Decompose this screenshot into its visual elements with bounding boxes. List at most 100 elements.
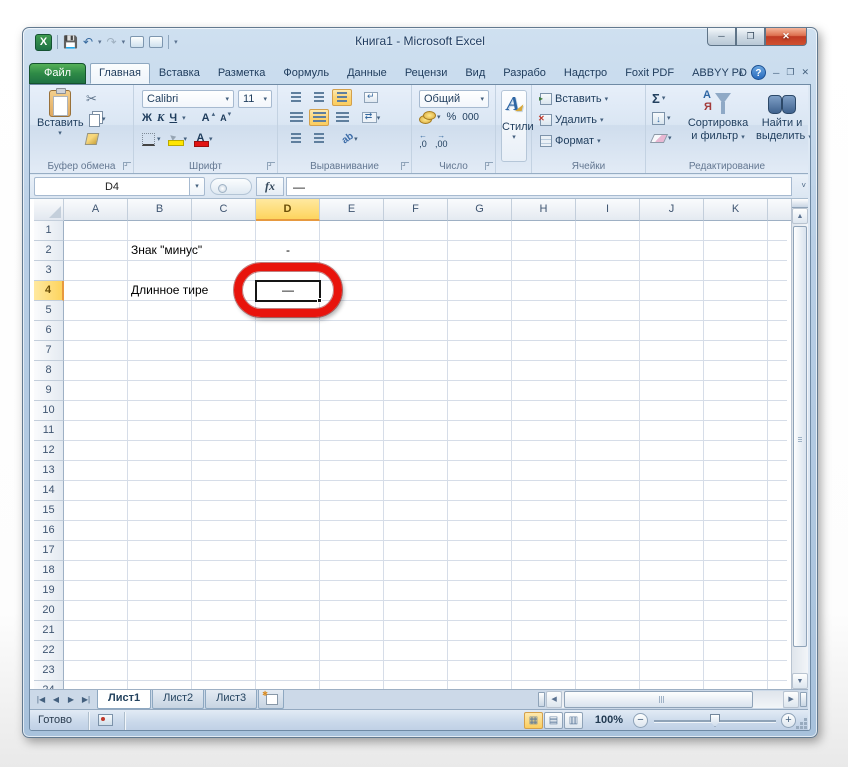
column-header-B[interactable]: B <box>128 199 192 221</box>
row-header-6[interactable]: 6 <box>34 321 64 341</box>
insert-worksheet-button[interactable] <box>258 690 285 709</box>
find-select-button[interactable]: Найти ивыделить ▾ <box>756 89 810 144</box>
next-sheet-icon[interactable]: ▶ <box>64 695 78 704</box>
italic-button[interactable]: К <box>157 112 164 124</box>
vertical-scrollbar[interactable]: ▲ ▼ <box>791 199 808 689</box>
dialog-launcher-icon[interactable] <box>123 158 131 170</box>
scroll-right-icon[interactable]: ▶ <box>783 691 800 708</box>
row-header-9[interactable]: 9 <box>34 381 64 401</box>
grow-font-button[interactable]: А <box>202 112 210 124</box>
scroll-down-icon[interactable]: ▼ <box>792 673 808 689</box>
number-format-dropdown-icon[interactable]: ▾ <box>480 95 484 103</box>
name-box[interactable]: D4 <box>34 177 189 196</box>
row-header-23[interactable]: 23 <box>34 661 64 681</box>
align-top-button[interactable] <box>286 89 306 106</box>
expand-formula-bar-icon[interactable]: ˅ <box>801 181 806 190</box>
comma-style-button[interactable]: 000 <box>462 112 479 123</box>
workbook-minimize-icon[interactable]: ─ <box>773 68 779 78</box>
format-cells-button[interactable]: Формат ▾ <box>540 132 601 149</box>
fill-color-button[interactable]: ▾ <box>167 133 187 146</box>
horizontal-scroll-track[interactable] <box>562 691 784 708</box>
row-header-1[interactable]: 1 <box>34 221 64 241</box>
sort-filter-button[interactable]: А Я Сортировка и фильтр ▾ <box>682 89 754 144</box>
column-header-E[interactable]: E <box>320 199 384 221</box>
row-header-13[interactable]: 13 <box>34 461 64 481</box>
grid-cells[interactable]: Знак "минус" - Длинное тире — <box>64 221 787 689</box>
insert-cells-button[interactable]: Вставить▾ <box>539 90 608 107</box>
formula-input[interactable]: — <box>286 177 792 196</box>
column-header-I[interactable]: I <box>576 199 640 221</box>
column-header-partial[interactable] <box>768 199 791 221</box>
resize-grip[interactable] <box>795 717 807 729</box>
cell-B4[interactable]: Длинное тире <box>128 281 211 301</box>
copy-dropdown-icon[interactable]: ▾ <box>102 115 106 123</box>
zoom-out-button[interactable]: − <box>633 713 648 728</box>
name-box-dropdown-icon[interactable]: ▾ <box>189 177 205 196</box>
align-left-button[interactable] <box>286 109 306 126</box>
tab-Главная[interactable]: Главная <box>90 63 150 84</box>
horizontal-split-handle[interactable] <box>800 692 808 707</box>
horizontal-scrollbar[interactable]: ◀ ▶ <box>546 691 800 708</box>
cut-button[interactable]: ✂ <box>86 91 106 107</box>
autosum-button[interactable]: Σ ▾ <box>652 90 672 106</box>
tab-Вставка[interactable]: Вставка <box>150 63 209 84</box>
underline-button[interactable]: Ч <box>169 112 177 124</box>
copy-button[interactable]: ▾ <box>86 111 106 127</box>
dialog-launcher-icon[interactable] <box>267 158 275 170</box>
column-header-D[interactable]: D <box>256 199 320 221</box>
tab-Данные[interactable]: Данные <box>338 63 396 84</box>
column-header-G[interactable]: G <box>448 199 512 221</box>
row-header-19[interactable]: 19 <box>34 581 64 601</box>
scroll-left-icon[interactable]: ◀ <box>546 691 563 708</box>
page-break-view-button[interactable]: ▥ <box>564 712 583 729</box>
format-painter-button[interactable] <box>84 131 106 147</box>
dialog-launcher-icon[interactable] <box>401 158 409 170</box>
merge-center-button[interactable]: ▾ <box>361 109 381 126</box>
row-header-2[interactable]: 2 <box>34 241 64 261</box>
fill-button[interactable]: ↓ ▾ <box>652 110 672 126</box>
increase-indent-button[interactable] <box>309 130 329 147</box>
last-sheet-icon[interactable]: ▶| <box>79 695 93 704</box>
decrease-decimal-button[interactable]: → ,00 <box>435 131 448 149</box>
styles-dropdown-icon[interactable]: ▾ <box>502 133 526 141</box>
orientation-button[interactable]: ab ▾ <box>340 130 360 147</box>
tab-Формуль[interactable]: Формуль <box>274 63 338 84</box>
delete-cells-button[interactable]: Удалить▾ <box>538 111 604 128</box>
column-header-C[interactable]: C <box>192 199 256 221</box>
cell-D2[interactable]: - <box>256 241 320 261</box>
increase-decimal-button[interactable]: ← ,0 <box>419 131 427 149</box>
formula-bar-splitter[interactable] <box>210 178 252 195</box>
row-header-22[interactable]: 22 <box>34 641 64 661</box>
column-header-J[interactable]: J <box>640 199 704 221</box>
tab-Foxit PDF[interactable]: Foxit PDF <box>616 63 683 84</box>
row-header-20[interactable]: 20 <box>34 601 64 621</box>
prev-sheet-icon[interactable]: ◀ <box>49 695 63 704</box>
column-header-H[interactable]: H <box>512 199 576 221</box>
clear-button[interactable]: ▾ <box>649 130 672 146</box>
paste-dropdown-icon[interactable]: ▾ <box>37 129 83 137</box>
dialog-launcher-icon[interactable] <box>485 158 493 170</box>
font-family-combo[interactable]: Calibri ▾ <box>142 90 234 108</box>
column-header-F[interactable]: F <box>384 199 448 221</box>
row-header-12[interactable]: 12 <box>34 441 64 461</box>
align-center-button[interactable] <box>309 109 329 126</box>
row-header-7[interactable]: 7 <box>34 341 64 361</box>
row-header-21[interactable]: 21 <box>34 621 64 641</box>
row-header-16[interactable]: 16 <box>34 521 64 541</box>
font-color-button[interactable]: А ▾ <box>194 132 213 147</box>
column-header-K[interactable]: K <box>704 199 768 221</box>
row-header-3[interactable]: 3 <box>34 261 64 281</box>
paste-button[interactable]: Вставить ▾ <box>37 88 84 156</box>
tab-split-handle[interactable] <box>538 692 546 707</box>
bold-button[interactable]: Ж <box>142 112 152 124</box>
tab-Вид[interactable]: Вид <box>456 63 494 84</box>
font-family-dropdown-icon[interactable]: ▾ <box>225 95 229 103</box>
cell-B2[interactable]: Знак "минус" <box>128 241 205 261</box>
restore-button[interactable]: ❐ <box>736 28 765 46</box>
shrink-font-button[interactable]: А <box>220 113 227 123</box>
column-header-A[interactable]: A <box>64 199 128 221</box>
font-size-dropdown-icon[interactable]: ▾ <box>263 95 267 103</box>
help-icon[interactable]: ? <box>750 65 766 80</box>
insert-function-button[interactable]: fx <box>256 177 284 196</box>
row-header-10[interactable]: 10 <box>34 401 64 421</box>
